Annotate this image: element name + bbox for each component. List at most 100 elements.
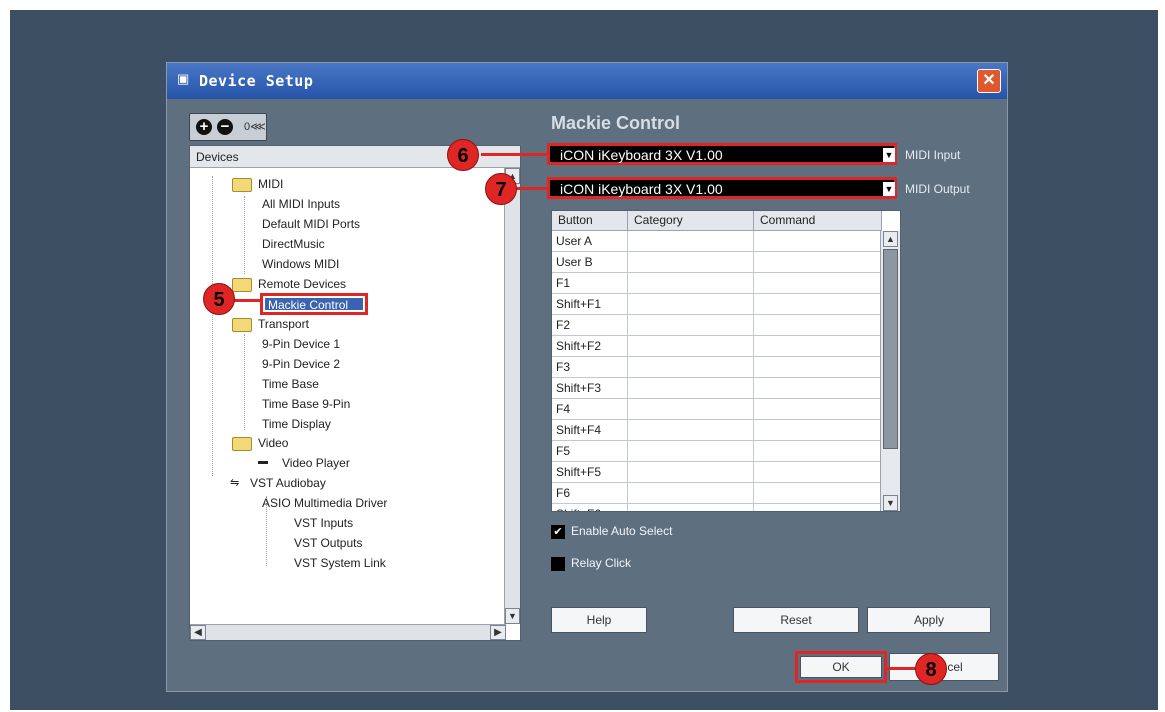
cell-button: User B	[552, 252, 628, 273]
tree-item-vst-audiobay[interactable]: VST Audiobay	[250, 476, 326, 490]
tree-item-vst-inputs[interactable]: VST Inputs	[294, 516, 353, 530]
tree-item-asio-multimedia-driver[interactable]: ASIO Multimedia Driver	[262, 496, 387, 510]
relay-click-checkbox[interactable]	[551, 557, 565, 571]
cell-category[interactable]	[628, 357, 754, 378]
scroll-down-icon[interactable]: ▼	[883, 495, 898, 511]
tree-item-vst-system-link[interactable]: VST System Link	[294, 556, 386, 570]
table-row[interactable]: Shift+F4	[552, 420, 882, 441]
table-row[interactable]: User A	[552, 231, 882, 252]
midi-output-dropdown[interactable]: iCON iKeyboard 3X V1.00 ▼	[547, 177, 897, 199]
cell-command[interactable]	[754, 357, 882, 378]
callout-5: 5	[203, 283, 235, 315]
cell-command[interactable]	[754, 483, 882, 504]
cell-category[interactable]	[628, 462, 754, 483]
cell-command[interactable]	[754, 273, 882, 294]
cell-category[interactable]	[628, 483, 754, 504]
midi-input-dropdown[interactable]: iCON iKeyboard 3X V1.00 ▼	[547, 143, 897, 165]
cell-button: Shift+F6	[552, 504, 628, 511]
tree-item-time-base[interactable]: Time Base	[262, 377, 319, 391]
scroll-left-icon[interactable]: ◀	[190, 625, 206, 640]
table-row[interactable]: Shift+F2	[552, 336, 882, 357]
tree-item-remote-devices[interactable]: Remote Devices	[258, 277, 346, 291]
tree-item-9pin-device-2[interactable]: 9-Pin Device 2	[262, 357, 340, 371]
tree-item-video-player[interactable]: Video Player	[282, 456, 350, 470]
table-row[interactable]: Shift+F5	[552, 462, 882, 483]
table-row[interactable]: F6	[552, 483, 882, 504]
cell-category[interactable]	[628, 294, 754, 315]
table-row[interactable]: F1	[552, 273, 882, 294]
column-header-button[interactable]: Button	[552, 211, 628, 231]
button-command-table: Button Category Command User A User B F1 Sh…	[551, 210, 901, 512]
cell-command[interactable]	[754, 462, 882, 483]
ok-button[interactable]: OK	[800, 656, 882, 678]
cell-command[interactable]	[754, 231, 882, 252]
table-row[interactable]: F5	[552, 441, 882, 462]
devices-tree: Devices MIDI All MIDI Inputs Default MID…	[189, 145, 521, 641]
cell-category[interactable]	[628, 399, 754, 420]
tree-item-windows-midi[interactable]: Windows MIDI	[262, 257, 339, 271]
devices-vertical-scrollbar[interactable]: ▲ ▼	[504, 168, 520, 624]
tree-item-midi[interactable]: MIDI	[258, 177, 283, 191]
remove-device-icon[interactable]: −	[217, 119, 233, 135]
cell-command[interactable]	[754, 441, 882, 462]
scroll-down-icon[interactable]: ▼	[505, 608, 520, 624]
chevron-down-icon[interactable]: ▼	[883, 148, 895, 162]
tree-item-default-midi-ports[interactable]: Default MIDI Ports	[262, 217, 360, 231]
tree-item-time-base-9pin[interactable]: Time Base 9-Pin	[262, 397, 350, 411]
cell-category[interactable]	[628, 378, 754, 399]
cell-command[interactable]	[754, 504, 882, 511]
table-row[interactable]: F4	[552, 399, 882, 420]
cell-command[interactable]	[754, 378, 882, 399]
cell-command[interactable]	[754, 399, 882, 420]
midi-input-label: MIDI Input	[905, 148, 961, 162]
cell-command[interactable]	[754, 336, 882, 357]
cell-category[interactable]	[628, 231, 754, 252]
cell-category[interactable]	[628, 252, 754, 273]
cell-category[interactable]	[628, 504, 754, 511]
cell-command[interactable]	[754, 294, 882, 315]
scroll-thumb[interactable]	[883, 249, 898, 449]
table-row[interactable]: F3	[552, 357, 882, 378]
midi-output-label: MIDI Output	[905, 182, 970, 196]
scroll-right-icon[interactable]: ▶	[490, 625, 506, 640]
table-row[interactable]: User B	[552, 252, 882, 273]
cell-category[interactable]	[628, 420, 754, 441]
devices-horizontal-scrollbar[interactable]: ◀ ▶	[190, 624, 506, 640]
callout-connector	[885, 667, 917, 670]
table-row[interactable]: Shift+F6	[552, 504, 882, 511]
table-scrollbar[interactable]: ▲ ▼	[880, 231, 900, 511]
apply-button[interactable]: Apply	[867, 607, 991, 633]
cell-category[interactable]	[628, 441, 754, 462]
tree-item-all-midi-inputs[interactable]: All MIDI Inputs	[262, 197, 340, 211]
cell-category[interactable]	[628, 336, 754, 357]
cell-command[interactable]	[754, 252, 882, 273]
cell-button: F2	[552, 315, 628, 336]
add-device-icon[interactable]: +	[196, 119, 212, 135]
tree-item-video[interactable]: Video	[258, 436, 288, 450]
tree-item-directmusic[interactable]: DirectMusic	[262, 237, 325, 251]
reset-button[interactable]: Reset	[733, 607, 859, 633]
cell-category[interactable]	[628, 315, 754, 336]
title-bar[interactable]: ▣ Device Setup ✕	[167, 63, 1007, 99]
scroll-up-icon[interactable]: ▲	[883, 231, 898, 247]
tree-item-time-display[interactable]: Time Display	[262, 417, 331, 431]
cell-category[interactable]	[628, 273, 754, 294]
tree-item-mackie-control[interactable]: Mackie Control	[260, 293, 368, 315]
enable-auto-select-checkbox[interactable]: ✔	[551, 525, 565, 539]
reset-device-button[interactable]: 0⋘	[244, 120, 266, 133]
help-button[interactable]: Help	[551, 607, 647, 633]
table-row[interactable]: F2	[552, 315, 882, 336]
tree-item-transport[interactable]: Transport	[258, 317, 309, 331]
cell-button: Shift+F2	[552, 336, 628, 357]
tree-item-9pin-device-1[interactable]: 9-Pin Device 1	[262, 337, 340, 351]
table-row[interactable]: Shift+F3	[552, 378, 882, 399]
close-button[interactable]: ✕	[977, 69, 1001, 93]
column-header-category[interactable]: Category	[628, 211, 754, 231]
chevron-down-icon[interactable]: ▼	[883, 182, 895, 196]
tree-item-vst-outputs[interactable]: VST Outputs	[294, 536, 362, 550]
cell-command[interactable]	[754, 420, 882, 441]
table-row[interactable]: Shift+F1	[552, 294, 882, 315]
cell-command[interactable]	[754, 315, 882, 336]
column-header-command[interactable]: Command	[754, 211, 882, 231]
selected-label: Mackie Control	[265, 298, 363, 312]
